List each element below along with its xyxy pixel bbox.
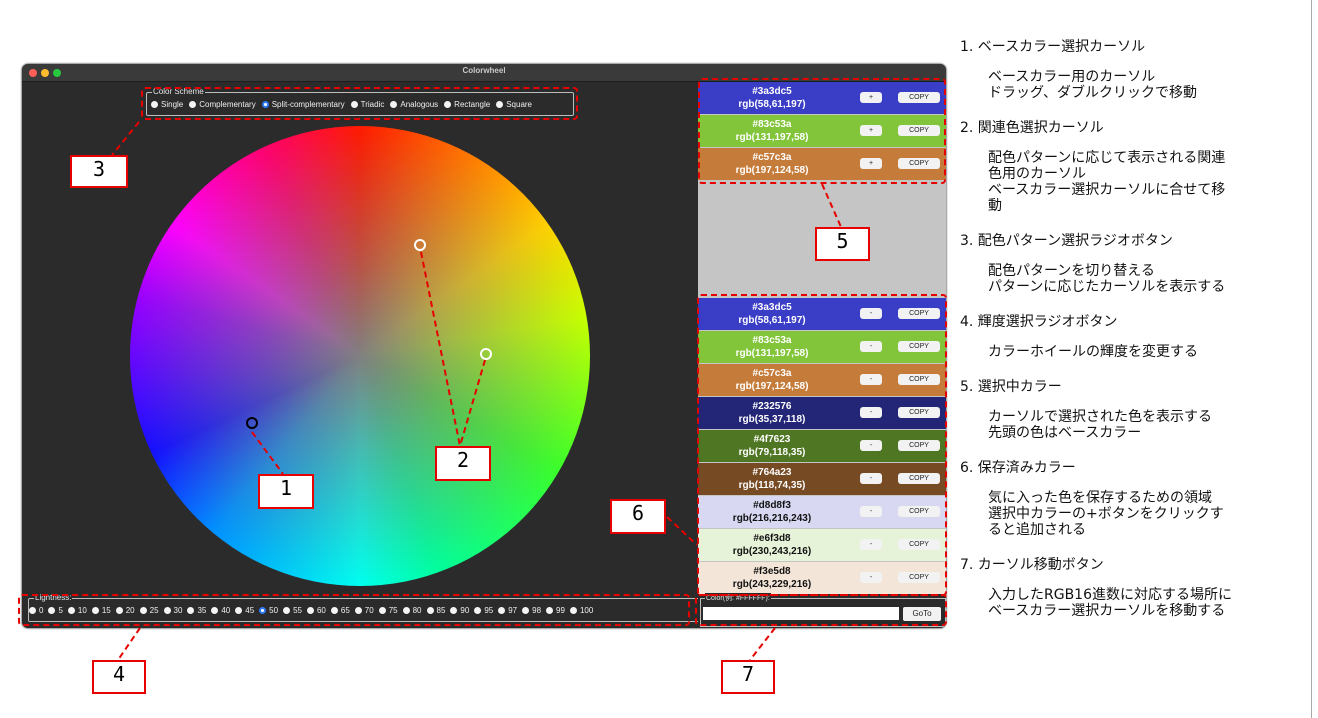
callout-7: 7 [721,660,775,694]
description-text: 入力したRGB16進数に対応する場所に ベースカラー選択カーソルを移動する [988,587,1232,619]
description-text: ベースカラー用のカーソル ドラッグ、ダブルクリックで移動 [988,69,1198,101]
description-text: 配色パターンに応じて表示される関連 色用のカーソル ベースカラー選択カーソルに合… [988,150,1226,214]
description-text: 気に入った色を保存するための領域 選択中カラーの+ボタンをクリックす ると追加さ… [988,490,1224,538]
callout-1: 1 [258,474,314,509]
description-title: 5. 選択中カラー [960,379,1062,395]
callout-2: 2 [435,446,491,481]
callout-6: 6 [610,499,666,534]
description-title: 3. 配色パターン選択ラジオボタン [960,233,1173,249]
callout-5: 5 [815,227,870,261]
description-title: 7. カーソル移動ボタン [960,557,1104,573]
description-text: カーソルで選択された色を表示する 先頭の色はベースカラー [988,409,1212,441]
description-title: 4. 輝度選択ラジオボタン [960,314,1118,330]
feature-description-list: 1. ベースカラー選択カーソルベースカラー用のカーソル ドラッグ、ダブルクリック… [960,36,1310,635]
description-title: 6. 保存済みカラー [960,460,1076,476]
description-text: 配色パターンを切り替える パターンに応じたカーソルを表示する [988,263,1226,295]
description-title: 2. 関連色選択カーソル [960,120,1104,136]
description-text: カラーホイールの輝度を変更する [988,344,1198,360]
description-title: 1. ベースカラー選択カーソル [960,39,1146,55]
callout-3: 3 [70,155,128,188]
callout-4: 4 [92,660,146,694]
